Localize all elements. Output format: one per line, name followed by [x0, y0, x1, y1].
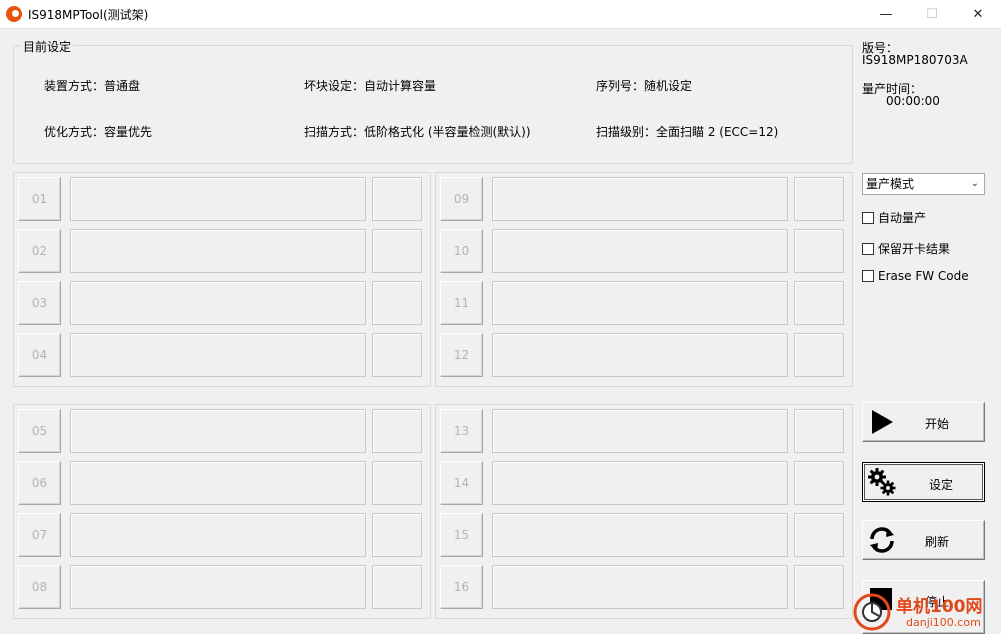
device-mode-text: 装置方式：普通盘 — [44, 79, 141, 93]
slot-result-field-16 — [794, 565, 844, 609]
slot-status-field-14 — [492, 461, 788, 505]
watermark: 单机100网 danji100.com — [852, 590, 1001, 634]
slot-status-field-09 — [492, 177, 788, 221]
slot-button-08[interactable]: 08 — [18, 565, 61, 609]
slot-status-field-12 — [492, 333, 788, 377]
maximize-button[interactable]: ☐ — [909, 0, 955, 28]
slot-result-field-04 — [372, 333, 422, 377]
window-title: IS918MPTool(测试架) — [28, 8, 149, 22]
slot-status-field-10 — [492, 229, 788, 273]
start-button[interactable]: 开始 — [862, 402, 985, 442]
slot-button-12[interactable]: 12 — [440, 333, 483, 377]
slot-result-field-12 — [794, 333, 844, 377]
slot-result-field-03 — [372, 281, 422, 325]
slot-status-field-01 — [70, 177, 366, 221]
slot-status-field-05 — [70, 409, 366, 453]
slot-result-field-07 — [372, 513, 422, 557]
slot-status-field-08 — [70, 565, 366, 609]
mode-select[interactable]: 量产模式 ⌄ — [862, 173, 985, 195]
keep-result-option[interactable]: 保留开卡结果 — [862, 240, 950, 257]
slot-result-field-13 — [794, 409, 844, 453]
slot-result-field-06 — [372, 461, 422, 505]
slot-button-07[interactable]: 07 — [18, 513, 61, 557]
slot-button-03[interactable]: 03 — [18, 281, 61, 325]
refresh-button[interactable]: 刷新 — [862, 520, 985, 560]
title-bar: IS918MPTool(测试架) — ☐ ✕ — [0, 0, 1001, 29]
keep-result-label: 保留开卡结果 — [878, 242, 951, 256]
slot-status-field-11 — [492, 281, 788, 325]
current-settings-group: 目前设定 装置方式：普通盘 坏块设定：自动计算容量 序列号：随机设定 优化方式：… — [13, 38, 853, 164]
watermark-logo-icon — [853, 593, 891, 631]
slot-button-02[interactable]: 02 — [18, 229, 61, 273]
slot-result-field-11 — [794, 281, 844, 325]
slot-result-field-08 — [372, 565, 422, 609]
settings-button-label: 设定 — [929, 478, 954, 492]
slot-button-05[interactable]: 05 — [18, 409, 61, 453]
start-button-label: 开始 — [925, 417, 950, 431]
refresh-button-label: 刷新 — [925, 535, 950, 549]
minimize-button[interactable]: — — [863, 0, 909, 28]
serial-text: 序列号：随机设定 — [596, 79, 693, 93]
slot-status-field-02 — [70, 229, 366, 273]
slot-status-field-04 — [70, 333, 366, 377]
slot-result-field-09 — [794, 177, 844, 221]
close-button[interactable]: ✕ — [955, 0, 1001, 28]
settings-button[interactable]: 设定 — [862, 462, 985, 502]
slot-status-field-16 — [492, 565, 788, 609]
slot-button-16[interactable]: 16 — [440, 565, 483, 609]
slot-button-09[interactable]: 09 — [440, 177, 483, 221]
slot-result-field-10 — [794, 229, 844, 273]
production-time-value: 00:00:00 — [886, 94, 940, 108]
slot-status-field-03 — [70, 281, 366, 325]
scan-mode-text: 扫描方式：低阶格式化 (半容量检测(默认)) — [304, 125, 531, 139]
watermark-text: 单机100网 — [896, 597, 983, 617]
slot-button-04[interactable]: 04 — [18, 333, 61, 377]
slot-button-15[interactable]: 15 — [440, 513, 483, 557]
slot-status-field-06 — [70, 461, 366, 505]
mode-select-value: 量产模式 — [866, 177, 915, 191]
slot-button-13[interactable]: 13 — [440, 409, 483, 453]
slot-button-06[interactable]: 06 — [18, 461, 61, 505]
gears-icon — [868, 468, 896, 496]
slot-button-11[interactable]: 11 — [440, 281, 483, 325]
slot-result-field-02 — [372, 229, 422, 273]
slot-button-01[interactable]: 01 — [18, 177, 61, 221]
erase-fw-label: Erase FW Code — [878, 269, 969, 283]
version-value: IS918MP180703A — [862, 53, 968, 67]
play-icon — [872, 410, 893, 434]
slot-result-field-15 — [794, 513, 844, 557]
slot-result-field-01 — [372, 177, 422, 221]
current-settings-legend: 目前设定 — [21, 38, 74, 55]
slot-status-field-13 — [492, 409, 788, 453]
auto-production-option[interactable]: 自动量产 — [862, 209, 926, 226]
keep-result-checkbox[interactable] — [862, 242, 874, 255]
slot-button-14[interactable]: 14 — [440, 461, 483, 505]
auto-production-checkbox[interactable] — [862, 211, 874, 224]
slot-status-field-15 — [492, 513, 788, 557]
auto-production-label: 自动量产 — [878, 211, 927, 225]
optimize-text: 优化方式：容量优先 — [44, 125, 153, 139]
erase-fw-option[interactable]: Erase FW Code — [862, 269, 969, 283]
scan-level-text: 扫描级别：全面扫瞄 2 (ECC=12) — [596, 125, 779, 139]
watermark-subtext: danji100.com — [906, 616, 981, 629]
chevron-down-icon: ⌄ — [970, 178, 979, 189]
slot-status-field-07 — [70, 513, 366, 557]
bad-block-text: 坏块设定：自动计算容量 — [304, 79, 437, 93]
slot-button-10[interactable]: 10 — [440, 229, 483, 273]
slot-result-field-05 — [372, 409, 422, 453]
app-logo-icon — [6, 6, 22, 22]
slot-result-field-14 — [794, 461, 844, 505]
erase-fw-checkbox[interactable] — [862, 270, 874, 282]
refresh-icon — [870, 527, 894, 553]
